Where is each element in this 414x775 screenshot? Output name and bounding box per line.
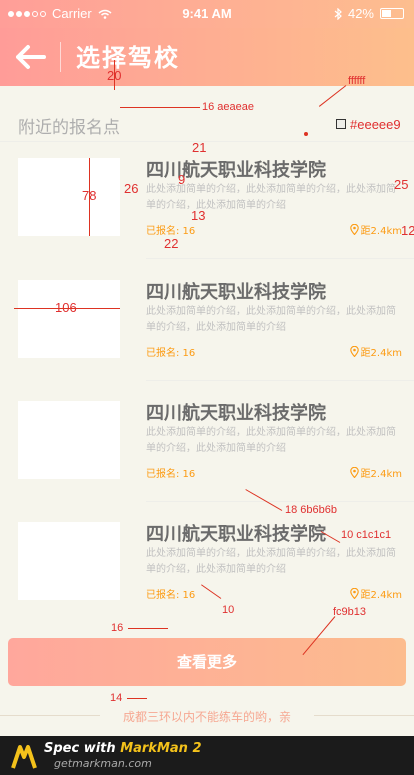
school-desc: 此处添加简单的介绍，此处添加简单的介绍，此处添加简单的介绍，此处添加简单的介绍 [146, 306, 396, 333]
school-list-item[interactable]: 四川航天职业科技学院 此处添加简单的介绍，此处添加简单的介绍，此处添加简单的介绍… [0, 158, 414, 278]
item-divider [146, 380, 414, 381]
status-bar: Carrier 9:41 AM 42% [0, 0, 414, 28]
school-name: 四川航天职业科技学院 [146, 403, 326, 424]
footer-line-left [0, 715, 100, 716]
signup-count: 已报名: 16 [146, 469, 196, 480]
annotation-line [120, 107, 200, 108]
distance: 距2.4km [349, 222, 402, 237]
annotation-label: 12 [401, 223, 414, 238]
annotation-label: 26 [124, 181, 139, 196]
location-pin-icon [349, 467, 359, 478]
signup-count: 已报名: 16 [146, 348, 196, 359]
location-pin-icon [349, 224, 359, 235]
annotation-label: #eeeee9 [350, 117, 401, 132]
footer-line-right [314, 715, 414, 716]
footer-note-wrap: 成都三环以内不能练车的哟，亲 [0, 708, 414, 725]
distance: 距2.4km [349, 344, 402, 359]
school-thumbnail [18, 280, 120, 358]
page-title: 选择驾校 [76, 44, 180, 72]
battery-icon [380, 8, 404, 19]
distance: 距2.4km [349, 465, 402, 480]
school-list-item[interactable]: 四川航天职业科技学院 此处添加简单的介绍，此处添加简单的介绍，此处添加简单的介绍… [0, 280, 414, 400]
school-name: 四川航天职业科技学院 [146, 282, 326, 303]
back-arrow-icon[interactable] [14, 42, 48, 72]
color-swatch [336, 119, 346, 129]
annotation-label: 16 [111, 622, 124, 634]
footer-note: 成都三环以内不能练车的哟，亲 [122, 710, 291, 724]
header-divider [60, 42, 61, 72]
item-divider [146, 501, 414, 502]
school-thumbnail [18, 522, 120, 600]
location-pin-icon [349, 588, 359, 599]
annotation-line [89, 158, 90, 236]
location-pin-icon [349, 346, 359, 357]
item-divider [146, 258, 414, 259]
distance: 距2.4km [349, 586, 402, 601]
annotation-label: 21 [192, 140, 207, 155]
annotation-label: 16 aeaeae [202, 101, 254, 113]
distance-label: 距2.4km [360, 590, 402, 601]
annotation-label: 25 [394, 177, 409, 192]
school-name: 四川航天职业科技学院 [146, 524, 326, 545]
annotation-label: 9 [178, 172, 186, 187]
distance-label: 距2.4km [360, 348, 402, 359]
annotation-dot [304, 132, 308, 136]
signup-count: 已报名: 16 [146, 590, 196, 601]
section-divider [0, 141, 414, 142]
markman-title: Spec with MarkMan 2 [44, 741, 202, 756]
markman-banner: Spec with MarkMan 2 getmarkman.com [0, 736, 414, 775]
signup-count: 已报名: 16 [146, 226, 196, 237]
annotation-label: 10 [222, 604, 235, 616]
school-name: 四川航天职业科技学院 [146, 160, 326, 181]
annotation-line [318, 85, 347, 107]
annotation-label: 10 c1c1c1 [341, 529, 392, 541]
view-more-button[interactable]: 查看更多 [8, 638, 406, 686]
battery-percent: 42% [347, 6, 374, 21]
annotation-line [128, 628, 168, 629]
annotation-label: ffffff [348, 75, 366, 87]
annotation-line [114, 60, 115, 90]
annotation-line [14, 308, 120, 309]
annotation-label: 14 [110, 692, 123, 704]
distance-label: 距2.4km [360, 226, 402, 237]
markman-url: getmarkman.com [54, 757, 152, 770]
school-desc: 此处添加简单的介绍，此处添加简单的介绍，此处添加简单的介绍，此处添加简单的介绍 [146, 427, 396, 454]
annotation-label: fc9b13 [333, 606, 367, 618]
school-thumbnail [18, 158, 120, 236]
school-list-item[interactable]: 四川航天职业科技学院 此处添加简单的介绍，此处添加简单的介绍，此处添加简单的介绍… [0, 401, 414, 521]
annotation-label: 18 6b6b6b [285, 504, 337, 516]
section-title: 附近的报名点 [18, 118, 120, 138]
distance-label: 距2.4km [360, 469, 402, 480]
school-thumbnail [18, 401, 120, 479]
school-desc: 此处添加简单的介绍，此处添加简单的介绍，此处添加简单的介绍，此处添加简单的介绍 [146, 548, 396, 575]
markman-logo-icon [11, 745, 37, 769]
annotation-line [127, 698, 147, 699]
bluetooth-icon [334, 7, 342, 20]
annotation-label: 13 [191, 208, 206, 223]
annotation-label: 22 [164, 236, 179, 251]
